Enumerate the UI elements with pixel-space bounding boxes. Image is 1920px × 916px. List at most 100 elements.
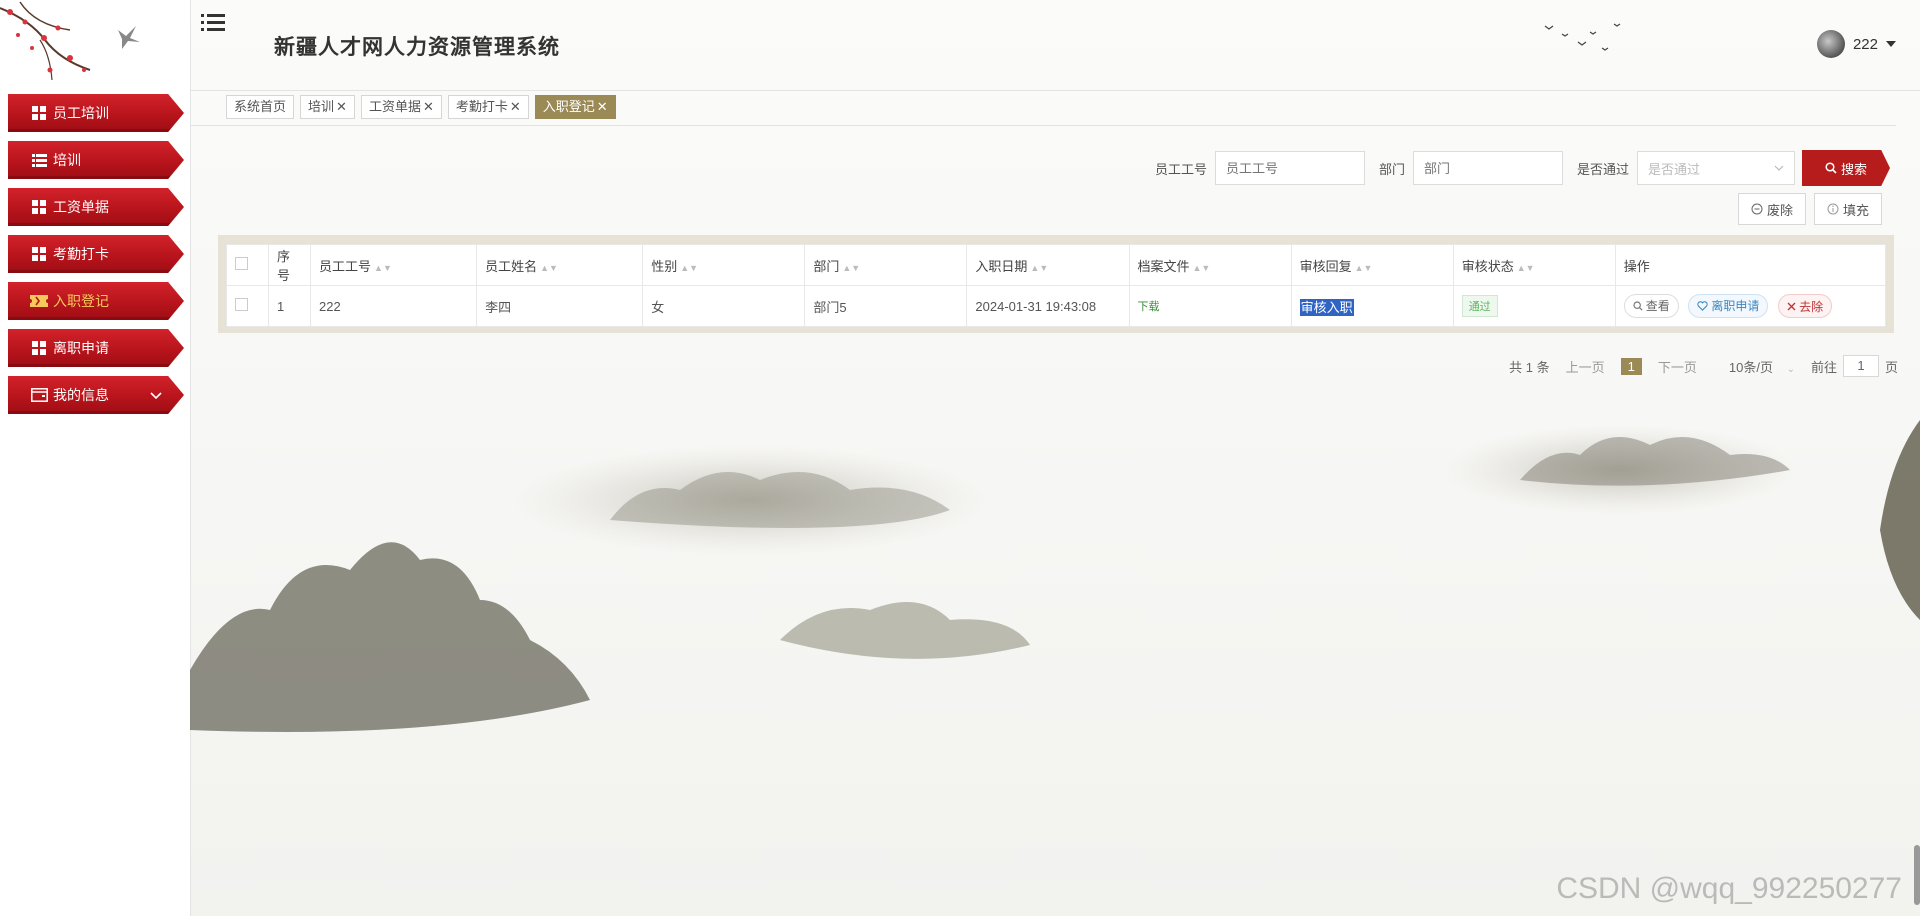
tab-training[interactable]: 培训 ✕ <box>300 95 355 119</box>
sidebar-item-label: 培训 <box>53 152 81 168</box>
chevron-down-icon: ⌄ <box>1786 363 1795 375</box>
col-gender[interactable]: 性别 ▲▼ <box>642 244 806 286</box>
cell-employee-no: 222 <box>310 285 478 327</box>
sidebar-item-my-info[interactable]: 我的信息 <box>8 376 184 414</box>
department-input[interactable] <box>1412 151 1563 185</box>
user-name: 222 <box>1852 35 1878 53</box>
discard-label: 废除 <box>1766 202 1793 218</box>
select-all-cell <box>225 244 270 286</box>
next-page-button[interactable]: 下一页 <box>1658 357 1697 376</box>
goto-label: 前往 <box>1810 359 1837 375</box>
close-icon[interactable]: ✕ <box>510 96 521 118</box>
current-page-button[interactable]: 1 <box>1620 357 1642 375</box>
delete-button[interactable]: 去除 <box>1778 294 1833 319</box>
sort-icon[interactable]: ▲▼ <box>842 263 860 273</box>
birds-decoration <box>1544 23 1621 51</box>
cell-entry-date: 2024-01-31 19:43:08 <box>966 285 1130 327</box>
col-department[interactable]: 部门 ▲▼ <box>804 244 968 286</box>
plum-blossom-logo <box>0 1 140 81</box>
fill-button[interactable]: 填充 <box>1813 193 1882 225</box>
sort-icon[interactable]: ▲▼ <box>540 263 558 273</box>
cell-review-status: 通过 <box>1452 285 1616 327</box>
tab-home[interactable]: 系统首页 <box>226 95 295 119</box>
cell-employee-name: 李四 <box>476 285 644 327</box>
col-index: 序号 <box>268 244 312 286</box>
col-review-reply[interactable]: 审核回复 ▲▼ <box>1290 244 1454 286</box>
sidebar-item-label: 我的信息 <box>53 387 109 403</box>
menu-toggle-icon[interactable] <box>200 10 226 36</box>
chevron-down-icon <box>1774 165 1784 171</box>
wallet-icon <box>30 386 48 404</box>
resign-apply-label: 离职申请 <box>1711 299 1760 314</box>
passed-label: 是否通过 <box>1576 161 1629 177</box>
close-icon[interactable]: ✕ <box>423 96 434 118</box>
search-button[interactable]: 搜索 <box>1802 150 1890 186</box>
sidebar-item-onboarding[interactable]: 入职登记 <box>8 282 184 320</box>
col-employee-no[interactable]: 员工工号 ▲▼ <box>310 244 478 286</box>
sidebar-item-attendance[interactable]: 考勤打卡 <box>8 235 184 273</box>
sidebar-item-label: 入职登记 <box>53 293 109 309</box>
goto-page-input[interactable]: 1 <box>1842 355 1879 377</box>
cell-department: 部门5 <box>804 285 968 327</box>
cell-ops: 查看 离职申请 去除 <box>1614 285 1887 327</box>
cell-gender: 女 <box>642 285 806 327</box>
status-badge: 通过 <box>1461 295 1498 317</box>
tab-label: 系统首页 <box>234 99 287 114</box>
search-bar: 员工工号 部门 是否通过 是否通过 搜索 <box>1141 150 1890 186</box>
user-menu[interactable]: 222 <box>1816 30 1896 58</box>
ticket-icon <box>30 292 48 310</box>
grid-icon <box>30 104 48 122</box>
data-table-container: 序号 员工工号 ▲▼ 员工姓名 ▲▼ 性别 ▲▼ 部门 ▲▼ 入职日期 ▲▼ 档案文件 ▲▼… <box>218 235 1894 333</box>
row-checkbox[interactable] <box>235 298 248 311</box>
grid-icon <box>30 245 48 263</box>
prev-page-button[interactable]: 上一页 <box>1566 357 1605 376</box>
avatar <box>1816 30 1845 58</box>
download-link[interactable]: 下载 <box>1138 301 1160 313</box>
sort-icon[interactable]: ▲▼ <box>1355 263 1373 273</box>
sidebar-item-payroll[interactable]: 工资单据 <box>8 188 184 226</box>
col-entry-date[interactable]: 入职日期 ▲▼ <box>966 244 1130 286</box>
discard-button[interactable]: 废除 <box>1737 193 1806 225</box>
resign-apply-button[interactable]: 离职申请 <box>1688 293 1769 318</box>
tab-label: 考勤打卡 <box>455 99 508 114</box>
chevron-down-icon[interactable] <box>150 387 162 403</box>
select-all-checkbox[interactable] <box>235 257 248 270</box>
sort-icon[interactable]: ▲▼ <box>374 263 392 273</box>
table-row[interactable]: 1 222 李四 女 部门5 2024-01-31 19:43:08 下载 审核… <box>225 285 1887 327</box>
tab-onboarding[interactable]: 入职登记 ✕ <box>534 95 616 119</box>
search-icon <box>1633 301 1643 311</box>
sort-icon[interactable]: ▲▼ <box>1193 263 1211 273</box>
ink-landscape-background <box>190 420 1920 732</box>
col-employee-name[interactable]: 员工姓名 ▲▼ <box>476 244 644 286</box>
sort-icon[interactable]: ▲▼ <box>1517 263 1535 273</box>
tab-label: 工资单据 <box>368 99 421 114</box>
sidebar-item-resignation[interactable]: 离职申请 <box>8 329 184 367</box>
sidebar: 员工培训 培训 工资单据 考勤打卡 入职登记 离职申请 我的信息 <box>0 0 191 916</box>
view-button[interactable]: 查看 <box>1623 293 1679 318</box>
sidebar-item-training[interactable]: 培训 <box>8 141 184 179</box>
sidebar-item-employee-training[interactable]: 员工培训 <box>8 94 184 132</box>
close-icon[interactable]: ✕ <box>597 96 608 118</box>
page-size-select[interactable]: 10条/页 ⌄ <box>1713 357 1795 376</box>
sidebar-item-label: 工资单据 <box>53 199 109 215</box>
sort-icon[interactable]: ▲▼ <box>680 263 698 273</box>
action-toolbar: 废除 填充 <box>1737 193 1882 225</box>
tab-attendance[interactable]: 考勤打卡 ✕ <box>447 95 529 119</box>
search-icon <box>1825 162 1837 174</box>
col-file[interactable]: 档案文件 ▲▼ <box>1128 244 1292 286</box>
sort-icon[interactable]: ▲▼ <box>1030 263 1048 273</box>
employee-no-input[interactable] <box>1214 151 1365 185</box>
cell-index: 1 <box>268 285 312 327</box>
tab-list: 系统首页 培训 ✕ 工资单据 ✕ 考勤打卡 ✕ 入职登记 ✕ <box>226 95 616 119</box>
table-header-row: 序号 员工工号 ▲▼ 员工姓名 ▲▼ 性别 ▲▼ 部门 ▲▼ 入职日期 ▲▼ 档案文件 ▲▼… <box>225 244 1887 286</box>
tab-label: 入职登记 <box>542 99 595 114</box>
passed-select[interactable]: 是否通过 <box>1637 151 1795 185</box>
col-review-status[interactable]: 审核状态 ▲▼ <box>1452 244 1616 286</box>
close-icon[interactable]: ✕ <box>336 96 347 118</box>
view-label: 查看 <box>1645 299 1670 314</box>
scrollbar[interactable] <box>1914 845 1920 905</box>
page-size-label: 10条/页 <box>1728 359 1773 375</box>
app-title: 新疆人才网人力资源管理系统 <box>274 36 560 59</box>
tab-payroll[interactable]: 工资单据 ✕ <box>360 95 442 119</box>
info-circle-icon <box>1827 203 1839 215</box>
